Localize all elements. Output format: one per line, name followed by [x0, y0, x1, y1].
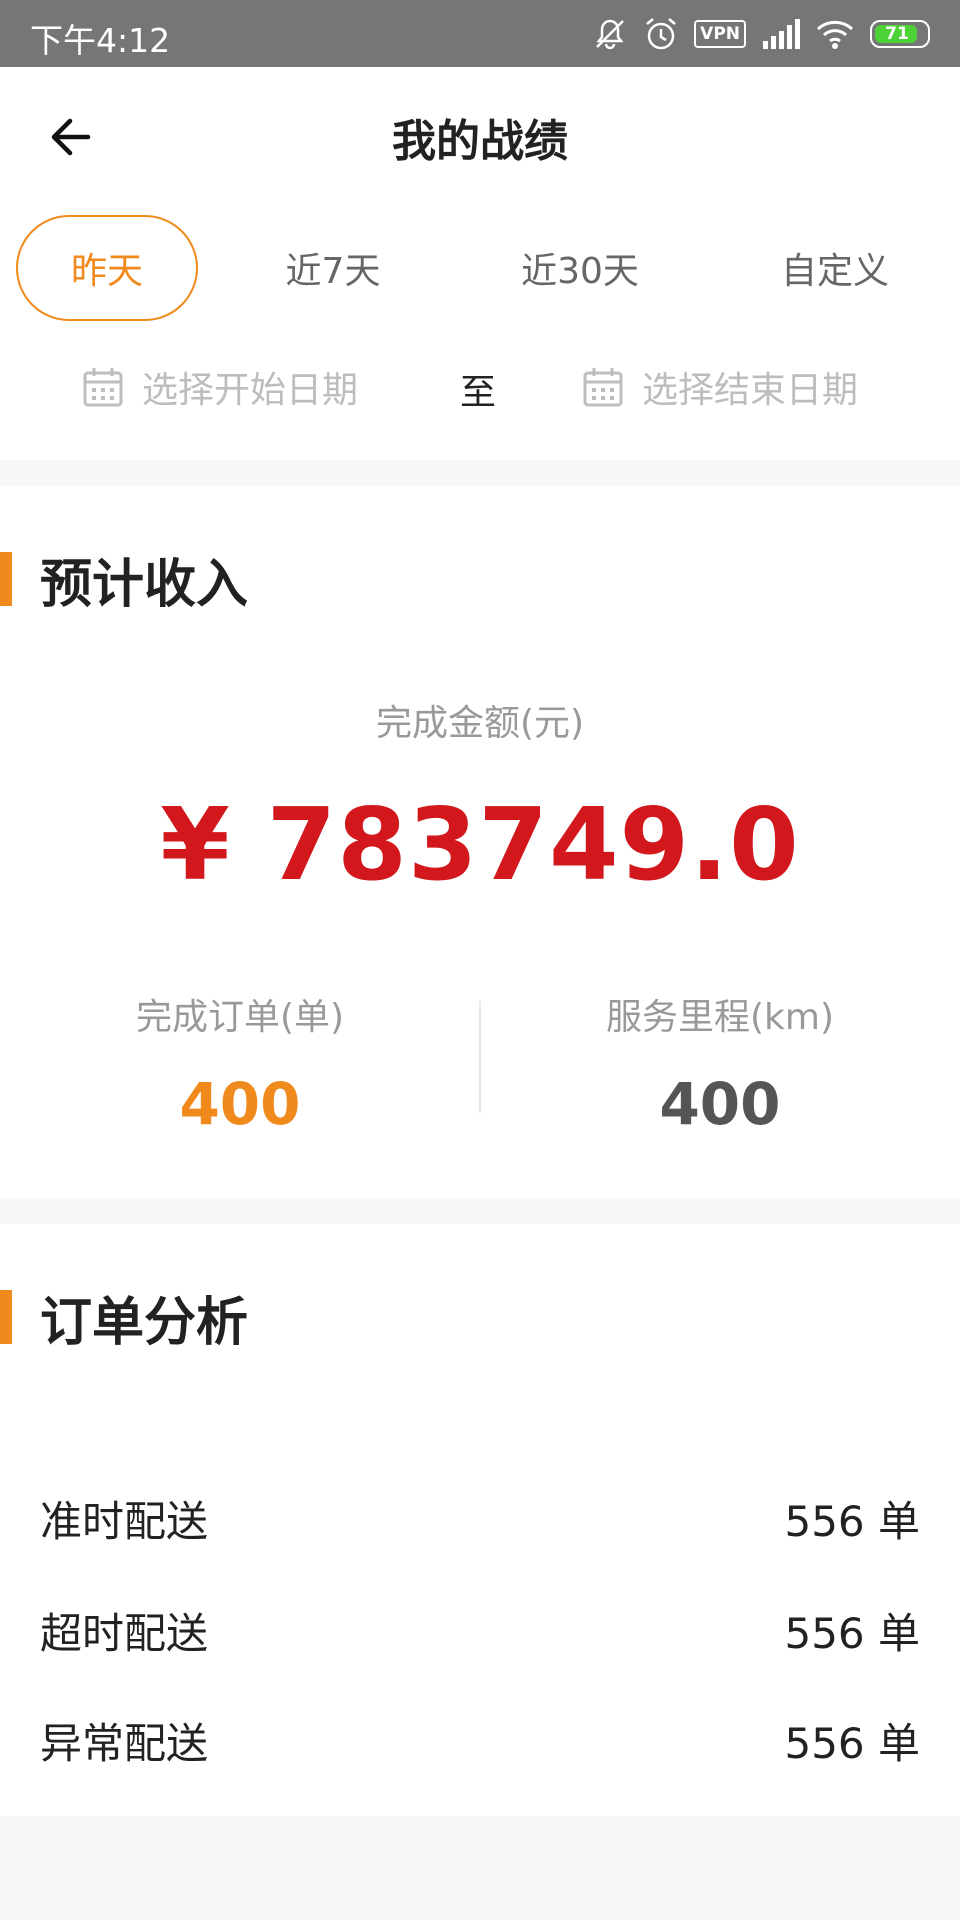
order-analysis-header: 订单分析	[0, 1290, 248, 1353]
status-time: 下午4:12	[30, 21, 171, 60]
page-title: 我的战绩	[392, 116, 568, 167]
end-date-placeholder: 选择结束日期	[642, 370, 859, 411]
app-header: 我的战绩	[0, 67, 960, 207]
tab-7-days[interactable]: 近7天	[248, 215, 418, 321]
amount-label: 完成金额(元)	[375, 703, 585, 744]
wifi-icon	[816, 18, 854, 50]
order-row-value: 556 单	[784, 1718, 920, 1768]
tab-30-days[interactable]: 近30天	[485, 215, 675, 321]
order-row-on-time: 准时配送 556 单	[40, 1488, 920, 1548]
section-accent-bar	[0, 1290, 12, 1344]
income-card: 预计收入 完成金额(元) ¥ 783749.0 完成订单(单) 400 服务里程…	[0, 486, 960, 1198]
calendar-icon	[583, 368, 623, 407]
start-date-placeholder: 选择开始日期	[142, 370, 359, 411]
income-section-header: 预计收入	[0, 552, 248, 615]
battery-level: 71	[885, 24, 909, 44]
tab-custom[interactable]: 自定义	[745, 215, 925, 321]
order-row-label: 超时配送	[40, 1608, 209, 1658]
order-analysis-title: 订单分析	[40, 1292, 249, 1353]
status-icons: VPN 71	[592, 15, 930, 53]
service-mileage-value: 400	[659, 1070, 781, 1138]
completed-orders-label: 完成订单(单)	[135, 997, 345, 1038]
order-row-value: 556 单	[784, 1496, 920, 1546]
date-separator: 至	[460, 372, 497, 413]
completed-orders-value: 400	[179, 1070, 301, 1138]
vpn-icon: VPN	[694, 20, 746, 48]
alarm-icon	[644, 16, 678, 52]
tab-yesterday[interactable]: 昨天	[16, 215, 198, 321]
income-section-title: 预计收入	[40, 554, 249, 615]
order-row-label: 异常配送	[40, 1718, 209, 1768]
amount-value: ¥ 783749.0	[160, 786, 800, 903]
date-range: 选择开始日期 至 选择结束日期	[0, 355, 960, 419]
order-row-value: 556 单	[784, 1608, 920, 1658]
signal-icon	[762, 19, 800, 49]
order-row-overtime: 超时配送 556 单	[40, 1600, 920, 1660]
service-mileage-stat: 服务里程(km) 400	[480, 988, 960, 1138]
order-row-label: 准时配送	[40, 1496, 209, 1546]
filter-panel: 昨天 近7天 近30天 自定义 选择开始日期 至 选择结束日期	[0, 207, 960, 460]
completed-orders-stat: 完成订单(单) 400	[0, 988, 480, 1138]
service-mileage-label: 服务里程(km)	[605, 997, 834, 1038]
end-date-picker[interactable]: 选择结束日期	[582, 355, 858, 419]
order-analysis-card: 订单分析 准时配送 556 单 超时配送 556 单 异常配送 556 单	[0, 1224, 960, 1816]
start-date-picker[interactable]: 选择开始日期	[82, 355, 358, 419]
section-accent-bar	[0, 552, 12, 606]
battery-icon: 71	[870, 20, 930, 48]
mute-bell-icon	[592, 16, 628, 52]
status-bar: 下午4:12 VPN 71	[0, 0, 960, 67]
order-row-abnormal: 异常配送 556 单	[40, 1710, 920, 1770]
calendar-icon	[83, 368, 123, 407]
